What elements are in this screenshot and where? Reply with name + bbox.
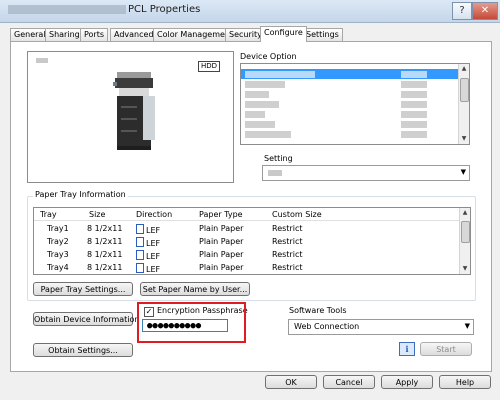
printer-name-blurred <box>8 4 126 14</box>
column-header-tray[interactable]: Tray <box>40 210 57 219</box>
paper-tray-group-title: Paper Tray Information <box>33 190 128 199</box>
paper-tray-settings-button[interactable]: Paper Tray Settings... <box>33 282 133 296</box>
cell-paper-type: Plain Paper <box>199 237 244 246</box>
cancel-button[interactable]: Cancel <box>323 375 375 389</box>
software-tools-selected: Web Connection <box>294 322 360 331</box>
annotation-highlight-box <box>137 302 246 343</box>
cell-size: 8 1/2x11 <box>87 237 123 246</box>
tray-list-header: Tray Size Direction Paper Type Custom Si… <box>34 208 460 221</box>
cell-paper-type: Plain Paper <box>199 263 244 272</box>
cell-size: 8 1/2x11 <box>87 250 123 259</box>
device-option-item[interactable] <box>241 69 459 79</box>
tab-settings[interactable]: Settings <box>302 28 343 41</box>
start-button[interactable]: Start <box>420 342 472 356</box>
setting-value-blurred <box>268 170 282 176</box>
obtain-device-information-button[interactable]: Obtain Device Information <box>33 312 139 326</box>
cell-custom-size: Restrict <box>272 237 303 246</box>
table-row[interactable]: Tray4 8 1/2x11 LEF Plain Paper Restrict <box>34 262 460 274</box>
paper-tray-list[interactable]: Tray Size Direction Paper Type Custom Si… <box>33 207 471 275</box>
setting-label: Setting <box>264 154 293 163</box>
column-header-size[interactable]: Size <box>89 210 105 219</box>
cell-tray: Tray1 <box>47 224 69 233</box>
chevron-down-icon[interactable]: ▼ <box>465 322 470 330</box>
paper-orientation-icon <box>136 224 144 234</box>
column-header-custom-size[interactable]: Custom Size <box>272 210 322 219</box>
cell-direction: LEF <box>146 239 161 248</box>
tray-list-scrollbar[interactable]: ▲ ▼ <box>459 208 470 274</box>
paper-orientation-icon <box>136 263 144 273</box>
device-option-list[interactable]: ▲ ▼ <box>240 63 470 145</box>
scroll-up-icon[interactable]: ▲ <box>459 64 469 74</box>
software-tools-select[interactable]: Web Connection ▼ <box>288 319 474 335</box>
obtain-settings-button[interactable]: Obtain Settings... <box>33 343 133 357</box>
tab-advanced[interactable]: Advanced <box>110 28 158 41</box>
tab-ports[interactable]: Ports <box>80 28 109 41</box>
paper-orientation-icon <box>136 237 144 247</box>
cell-size: 8 1/2x11 <box>87 224 123 233</box>
cell-tray: Tray4 <box>47 263 69 272</box>
help-button[interactable]: Help <box>439 375 491 389</box>
cell-custom-size: Restrict <box>272 263 303 272</box>
chevron-down-icon[interactable]: ▼ <box>461 168 466 176</box>
title-bar[interactable]: PCL Properties ? ✕ <box>0 0 500 23</box>
table-row[interactable]: Tray3 8 1/2x11 LEF Plain Paper Restrict <box>34 249 460 261</box>
hdd-badge: HDD <box>198 61 221 72</box>
device-option-scrollbar[interactable]: ▲ ▼ <box>458 64 469 144</box>
table-row[interactable]: Tray1 8 1/2x11 LEF Plain Paper Restrict <box>34 223 460 235</box>
preview-model-blurred <box>36 58 48 63</box>
device-option-item[interactable] <box>241 99 459 109</box>
cell-paper-type: Plain Paper <box>199 224 244 233</box>
apply-button[interactable]: Apply <box>381 375 433 389</box>
cell-custom-size: Restrict <box>272 250 303 259</box>
cell-tray: Tray2 <box>47 237 69 246</box>
cell-paper-type: Plain Paper <box>199 250 244 259</box>
device-option-item[interactable] <box>241 79 459 89</box>
paper-orientation-icon <box>136 250 144 260</box>
close-icon[interactable]: ✕ <box>472 2 498 20</box>
cell-size: 8 1/2x11 <box>87 263 123 272</box>
column-header-paper-type[interactable]: Paper Type <box>199 210 243 219</box>
cell-tray: Tray3 <box>47 250 69 259</box>
cell-direction: LEF <box>146 265 161 274</box>
device-option-item[interactable] <box>241 109 459 119</box>
window-title: PCL Properties <box>8 4 200 15</box>
tab-configure[interactable]: Configure <box>260 26 307 42</box>
scroll-up-icon[interactable]: ▲ <box>460 208 470 218</box>
cell-direction: LEF <box>146 226 161 235</box>
printer-image <box>113 72 155 150</box>
properties-dialog: PCL Properties ? ✕ General Sharing Ports… <box>0 0 500 400</box>
scroll-down-icon[interactable]: ▼ <box>460 264 470 274</box>
ok-button[interactable]: OK <box>265 375 317 389</box>
cell-direction: LEF <box>146 252 161 261</box>
column-header-direction[interactable]: Direction <box>136 210 172 219</box>
scroll-thumb[interactable] <box>461 221 470 243</box>
tab-general[interactable]: General <box>10 28 50 41</box>
device-preview: HDD <box>27 51 234 183</box>
scroll-thumb[interactable] <box>460 78 469 102</box>
set-paper-name-button[interactable]: Set Paper Name by User... <box>140 282 250 296</box>
window-title-text: PCL Properties <box>128 4 201 15</box>
device-option-item[interactable] <box>241 129 459 139</box>
table-row[interactable]: Tray2 8 1/2x11 LEF Plain Paper Restrict <box>34 236 460 248</box>
device-option-item[interactable] <box>241 89 459 99</box>
device-option-label: Device Option <box>240 52 297 61</box>
scroll-down-icon[interactable]: ▼ <box>459 134 469 144</box>
device-option-item[interactable] <box>241 119 459 129</box>
help-icon[interactable]: ? <box>452 2 472 20</box>
cell-custom-size: Restrict <box>272 224 303 233</box>
software-tools-label: Software Tools <box>289 306 347 315</box>
info-icon[interactable]: i <box>399 342 415 356</box>
setting-select[interactable]: ▼ <box>262 165 470 181</box>
tab-sharing[interactable]: Sharing <box>45 28 84 41</box>
